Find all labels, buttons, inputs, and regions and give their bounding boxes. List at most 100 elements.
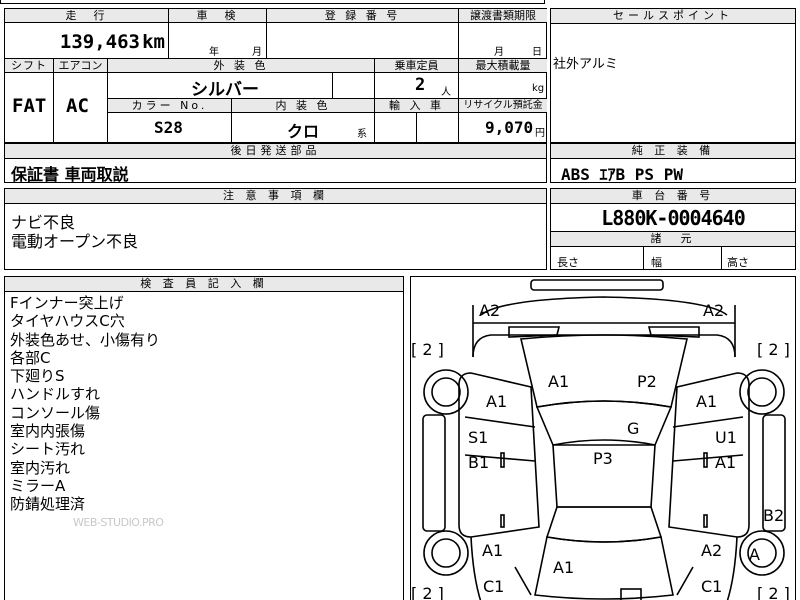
exterior-color-extra [333, 73, 375, 99]
shift-cell: FAT [5, 73, 54, 142]
transfer-day: 日 [532, 47, 542, 58]
later-parts-text: 保証書 車両取説 [11, 165, 129, 184]
recycle-label: リサイクル預託金 [459, 99, 547, 113]
inspector-line: 各部C [10, 348, 51, 367]
import-cell-a [375, 113, 417, 142]
inspector-line: ミラーA [10, 476, 66, 495]
code-fender-left: A1 [486, 392, 508, 411]
code-rear-right: C1 [701, 577, 723, 596]
inspector-line: 下廻りS [10, 367, 65, 386]
inspector-line: Fインナー突上げ [10, 294, 124, 312]
recycle-value: 9,070 [485, 118, 534, 137]
inspector-line: タイヤハウスC穴 [10, 312, 125, 331]
inspector-section: 検 査 員 記 入 欄 Fインナー突上げ タイヤハウスC穴 外装色あせ、小傷有り… [4, 276, 404, 600]
max-load-label: 最大積載量 [459, 59, 547, 73]
code-fender-right: A1 [696, 392, 718, 411]
watermark: WEB-STUDIO.PRO [73, 516, 164, 529]
color-no-label: カラー No. [108, 99, 232, 113]
inspection-month: 月 [252, 47, 262, 58]
exterior-color-label: 外 装 色 [108, 59, 375, 73]
mileage-section: 走 行 車 検 登 録 番 号 譲渡書類期限 139,463 km 年 月 月 … [4, 8, 547, 60]
inspection-cell: 年 月 [169, 23, 267, 60]
code-tire-rl: [ 2 ] [411, 584, 444, 600]
code-sill-right: B2 [763, 506, 785, 525]
shift-label: シフト [5, 59, 54, 73]
chassis-label: 車 台 番 号 [551, 189, 795, 204]
code-glass: G [627, 419, 640, 438]
inspector-line: 室内内張傷 [10, 422, 86, 441]
chassis-value: L880K-0004640 [601, 206, 746, 230]
code-front-right: A2 [703, 301, 725, 320]
code-door-right-bottom: A1 [715, 453, 737, 472]
code-hood-right: P2 [637, 372, 657, 391]
mileage-cell: 139,463 km [5, 23, 169, 60]
genuine-equipment-label: 純 正 装 備 [551, 144, 795, 159]
mileage-unit: km [142, 31, 165, 53]
height-label: 高さ [727, 256, 749, 269]
sales-point-label: セールスポイント [551, 9, 795, 24]
inspector-line: 外装色あせ、小傷有り [10, 330, 161, 349]
interior-color-value: クロ [287, 122, 320, 141]
code-rear-left: C1 [483, 577, 505, 596]
color-no-cell: S28 [108, 113, 232, 142]
inspector-line: 室内汚れ [10, 458, 71, 477]
genuine-equipment-text: ABS ｴｱB PS PW [561, 165, 683, 184]
code-door-left-bottom: B1 [468, 453, 490, 472]
reg-cell [267, 23, 459, 60]
width-label: 幅 [651, 256, 662, 269]
code-tire-rr: [ 2 ] [757, 584, 790, 600]
code-front-left: A2 [479, 301, 501, 320]
interior-color-label: 内 装 色 [232, 99, 375, 113]
code-rear-fender-right: A2 [701, 541, 723, 560]
later-parts-label: 後日発送部品 [5, 144, 546, 159]
car-diagram: A2 A2 [ 2 ] [ 2 ] A1 P2 A1 A1 G S1 U1 P3… [410, 276, 796, 600]
later-parts-section: 後日発送部品 保証書 車両取説 [4, 143, 547, 184]
code-tire-fr: [ 2 ] [757, 340, 790, 359]
top-strip [0, 0, 545, 4]
capacity-unit: 人 [441, 87, 451, 98]
genuine-equipment-section: 純 正 装 備 ABS ｴｱB PS PW [550, 143, 796, 184]
inspection-label: 車 検 [169, 9, 267, 23]
dims-label: 諸 元 [551, 231, 795, 247]
capacity-value: 2 [415, 75, 426, 95]
inspector-line: コンソール傷 [10, 403, 101, 422]
mileage-label: 走 行 [5, 9, 169, 23]
sales-point-section: セールスポイント 社外アルミ [550, 8, 796, 143]
reg-label: 登 録 番 号 [267, 9, 459, 23]
max-load-cell: kg [459, 73, 547, 99]
notes-line-2: 電動オープン不良 [11, 232, 139, 251]
code-rear-fender-left: A1 [482, 541, 504, 560]
inspector-lines: Fインナー突上げ タイヤハウスC穴 外装色あせ、小傷有り 各部C 下廻りS ハン… [10, 294, 160, 514]
code-tire-fl: [ 2 ] [411, 340, 444, 359]
inspector-line: ハンドルすれ [10, 385, 101, 404]
transfer-cell: 月 日 [459, 23, 547, 60]
code-roof: P3 [593, 449, 613, 468]
import-cell-b [417, 113, 459, 142]
color-no-value: S28 [154, 118, 183, 137]
code-door-left-top: S1 [468, 428, 489, 447]
transfer-month: 月 [494, 47, 504, 58]
code-door-right-top: U1 [715, 428, 737, 447]
transfer-label: 譲渡書類期限 [459, 9, 547, 23]
exterior-color-cell: シルバー [108, 73, 333, 100]
code-trunk: A1 [553, 558, 575, 577]
inspector-line: シート汚れ [10, 440, 86, 459]
length-label: 長さ [557, 256, 579, 269]
code-rear-wheel-right: A [749, 545, 760, 564]
inspection-year: 年 [209, 47, 219, 58]
aircon-cell: AC [54, 73, 108, 142]
exterior-color-value: シルバー [191, 80, 259, 100]
mileage-value: 139,463 [59, 31, 140, 53]
shift-value: FAT [12, 95, 47, 117]
inspector-line: 防錆処理済 [10, 495, 86, 514]
chassis-section: 車 台 番 号 L880K-0004640 諸 元 長さ 幅 高さ [550, 188, 796, 270]
capacity-cell: 2 人 [375, 73, 459, 99]
aircon-label: エアコン [54, 59, 108, 73]
import-label: 輸 入 車 [375, 99, 459, 113]
recycle-unit: 円 [535, 128, 545, 139]
aircon-value: AC [66, 95, 89, 117]
code-hood-left: A1 [548, 372, 570, 391]
interior-color-cell: クロ 系 [232, 113, 375, 142]
notes-label: 注 意 事 項 欄 [5, 189, 546, 204]
recycle-cell: 9,070 円 [459, 113, 547, 142]
